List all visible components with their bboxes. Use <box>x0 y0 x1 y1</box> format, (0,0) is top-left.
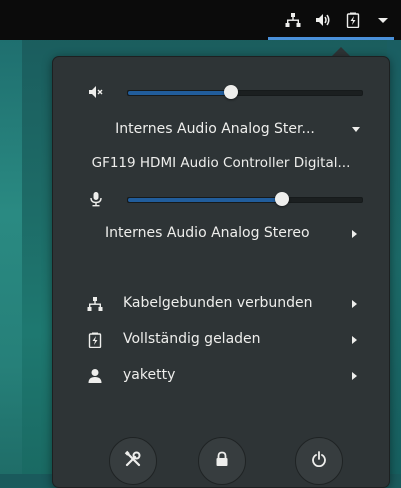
active-indicator <box>268 37 394 40</box>
input-volume-row <box>53 186 389 212</box>
network-item[interactable]: Kabelgebunden verbunden <box>53 289 389 319</box>
input-volume-knob[interactable] <box>275 192 290 206</box>
system-status-area[interactable] <box>283 9 393 31</box>
output-volume-knob[interactable] <box>223 85 238 99</box>
user-label: yaketty <box>123 367 176 383</box>
output-volume-row <box>53 79 389 105</box>
battery-full-charged-icon <box>87 332 103 348</box>
settings-button[interactable] <box>109 437 157 485</box>
audio-volume-icon <box>315 12 331 28</box>
network-label: Kabelgebunden verbunden <box>123 295 313 311</box>
system-menu: Internes Audio Analog Ster... GF119 HDMI… <box>52 56 390 488</box>
speaker-icon <box>87 83 105 101</box>
action-buttons <box>53 437 389 485</box>
power-button[interactable] <box>295 437 343 485</box>
lock-icon <box>214 451 230 471</box>
user-icon <box>87 368 103 384</box>
input-device-label: Internes Audio Analog Stereo <box>105 225 310 241</box>
output-device-item[interactable]: Internes Audio Analog Ster... <box>53 115 389 143</box>
settings-tools-icon <box>124 450 142 472</box>
output-device-label: Internes Audio Analog Ster... <box>115 121 315 137</box>
chevron-down-icon <box>351 124 361 134</box>
chevron-right-icon <box>349 335 359 345</box>
chevron-right-icon <box>349 299 359 309</box>
battery-label: Vollständig geladen <box>123 331 261 347</box>
output-volume-slider[interactable] <box>127 85 363 99</box>
battery-item[interactable]: Vollständig geladen <box>53 325 389 355</box>
lock-button[interactable] <box>198 437 246 485</box>
top-bar <box>0 0 401 40</box>
hdmi-device-label: GF119 HDMI Audio Controller Digital... <box>91 155 351 171</box>
microphone-icon <box>87 190 105 208</box>
network-wired-icon <box>285 12 301 28</box>
desktop-background <box>0 40 22 474</box>
input-device-item[interactable]: Internes Audio Analog Stereo <box>53 220 389 248</box>
input-volume-slider[interactable] <box>127 192 363 206</box>
power-icon <box>311 451 327 471</box>
chevron-right-icon <box>349 229 359 239</box>
user-item[interactable]: yaketty <box>53 361 389 391</box>
battery-charging-icon <box>345 12 361 28</box>
hdmi-device-item[interactable]: GF119 HDMI Audio Controller Digital... <box>53 149 389 177</box>
chevron-right-icon <box>349 371 359 381</box>
dropdown-arrow-icon <box>375 12 391 28</box>
network-wired-icon <box>87 296 103 312</box>
